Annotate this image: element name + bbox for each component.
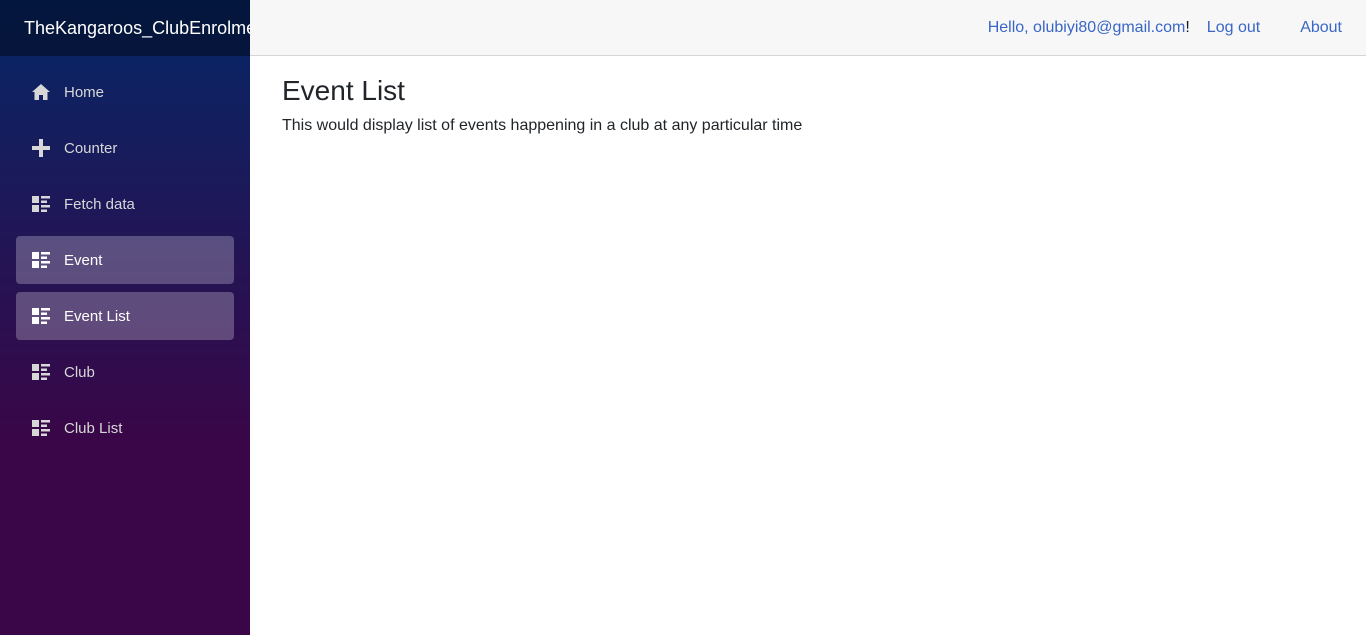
brand-link[interactable]: TheKangaroos_ClubEnrolme: [0, 18, 250, 39]
sidebar: TheKangaroos_ClubEnrolme Home Counter Fe…: [0, 0, 250, 635]
app-root: TheKangaroos_ClubEnrolme Home Counter Fe…: [0, 0, 1366, 635]
page-title: Event List: [282, 75, 405, 106]
list-rich-icon: [31, 418, 51, 438]
sidebar-item-fetch-data[interactable]: Fetch data: [16, 180, 234, 228]
logout-link[interactable]: Log out: [1207, 19, 1260, 37]
sidebar-item-home[interactable]: Home: [16, 68, 234, 116]
sidebar-item-label: Club: [64, 363, 95, 381]
user-greeting: Hello, olubiyi80@gmail.com: [987, 18, 1186, 36]
home-icon: [31, 82, 51, 102]
user-profile-link[interactable]: Hello, olubiyi80@gmail.com!: [988, 19, 1190, 37]
sidebar-item-label: Event: [64, 251, 103, 269]
list-rich-icon: [31, 194, 51, 214]
sidebar-item-label: Counter: [64, 139, 118, 157]
list-rich-icon: [31, 306, 51, 326]
page-description: This would display list of events happen…: [282, 117, 803, 134]
nav-menu: Home Counter Fetch data Event Event List…: [0, 56, 250, 452]
sidebar-item-label: Event List: [64, 307, 130, 325]
sidebar-item-label: Fetch data: [64, 195, 135, 213]
brand-bar: TheKangaroos_ClubEnrolme: [0, 0, 250, 56]
sidebar-item-label: Home: [64, 83, 105, 101]
sidebar-item-event-list[interactable]: Event List: [16, 292, 234, 340]
greeting-suffix: !: [1185, 18, 1190, 36]
list-rich-icon: [31, 362, 51, 382]
sidebar-item-label: Club List: [64, 419, 123, 437]
list-rich-icon: [31, 250, 51, 270]
sidebar-item-club-list[interactable]: Club List: [16, 404, 234, 452]
sidebar-item-event[interactable]: Event: [16, 236, 234, 284]
plus-icon: [31, 138, 51, 158]
sidebar-item-club[interactable]: Club: [16, 348, 234, 396]
top-bar: Hello, olubiyi80@gmail.com! Log out Abou…: [250, 0, 1366, 56]
about-link[interactable]: About: [1300, 19, 1342, 37]
main-content: Event List This would display list of ev…: [282, 74, 1342, 136]
sidebar-item-counter[interactable]: Counter: [16, 124, 234, 172]
